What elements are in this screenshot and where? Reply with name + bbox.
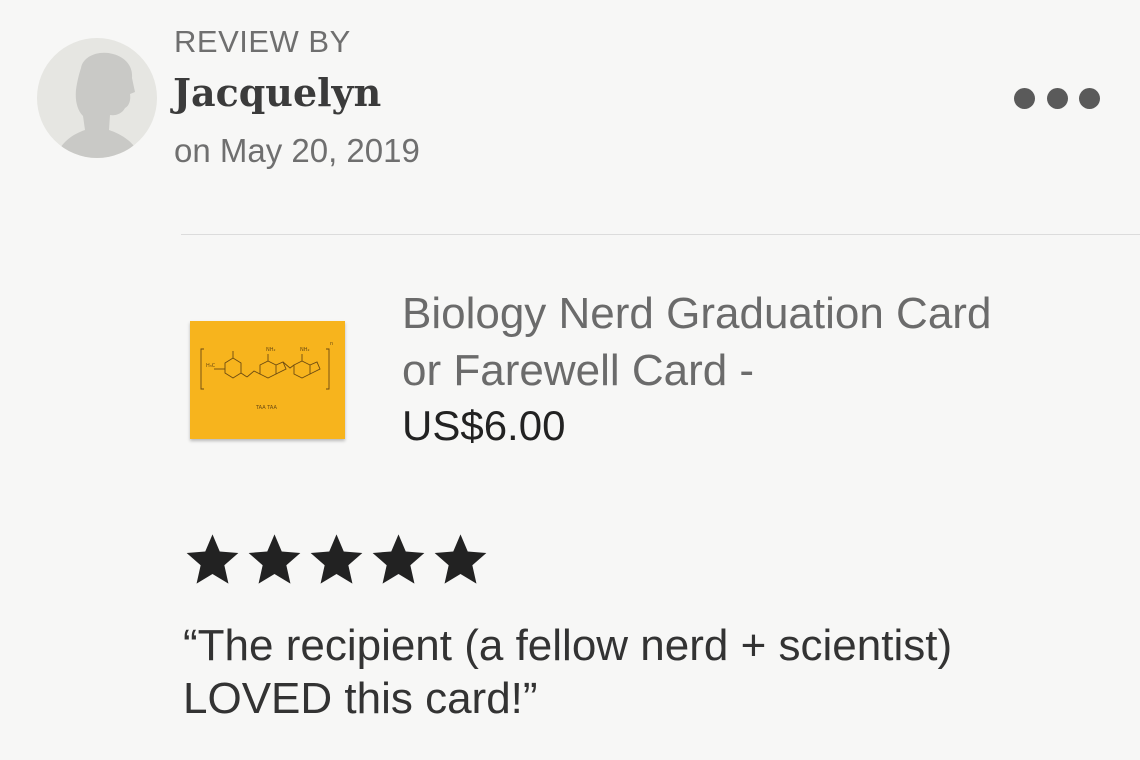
- product-thumbnail[interactable]: H₃C NH₂ NH₂ n TAA TAA: [190, 321, 345, 439]
- thumbnail-caption: TAA TAA: [255, 405, 277, 411]
- star-filled-icon: [310, 534, 363, 584]
- product-title-link[interactable]: Biology Nerd Graduation Card or Farewell…: [402, 285, 1042, 399]
- reviewer-name-link[interactable]: Jacquelyn: [173, 70, 381, 115]
- star-filled-icon: [372, 534, 425, 584]
- svg-text:H₃C: H₃C: [206, 363, 216, 369]
- star-filled-icon: [186, 534, 239, 584]
- more-dot-icon: [1079, 87, 1100, 109]
- reviewer-avatar[interactable]: [37, 38, 157, 158]
- more-dot-icon: [1014, 87, 1035, 109]
- divider: [181, 234, 1140, 235]
- product-price: US$6.00: [402, 402, 566, 449]
- svg-text:n: n: [330, 341, 333, 347]
- review-text: “The recipient (a fellow nerd + scientis…: [183, 621, 953, 723]
- star-rating: [183, 530, 490, 588]
- user-silhouette-icon: [55, 52, 141, 158]
- molecule-structure-image: H₃C NH₂ NH₂ n TAA TAA: [200, 341, 333, 411]
- review-by-label: REVIEW BY: [174, 24, 351, 59]
- star-filled-icon: [434, 534, 487, 584]
- more-options-button[interactable]: [1014, 84, 1100, 112]
- star-filled-icon: [248, 534, 301, 584]
- review-date: on May 20, 2019: [174, 132, 420, 169]
- more-dot-icon: [1046, 87, 1068, 109]
- svg-text:NH₂: NH₂: [300, 347, 310, 353]
- svg-text:NH₂: NH₂: [266, 347, 276, 353]
